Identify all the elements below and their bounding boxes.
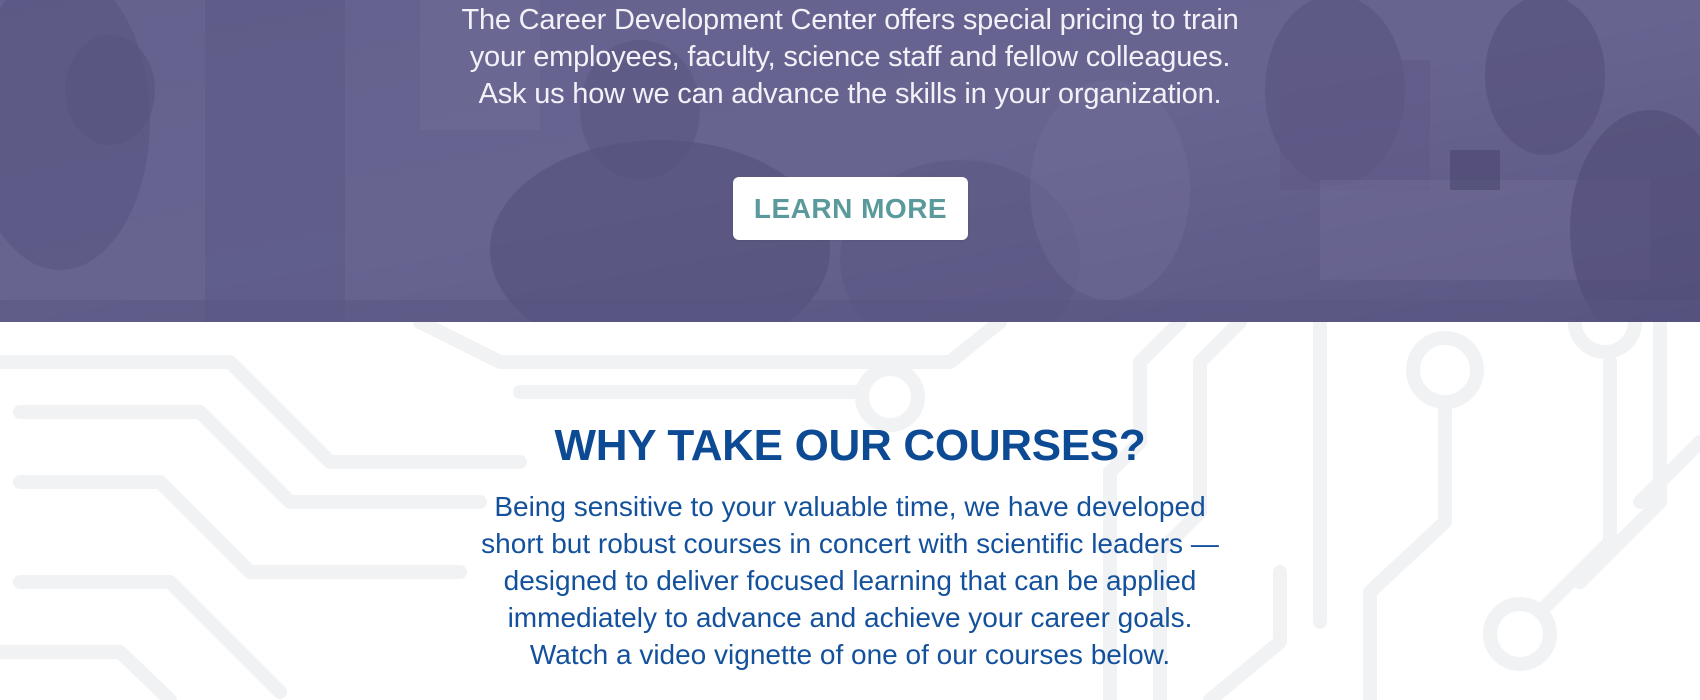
hero-banner: The Career Development Center offers spe… <box>0 0 1700 322</box>
description-line: Being sensitive to your valuable time, w… <box>494 491 1206 522</box>
hero-line: your employees, faculty, science staff a… <box>469 41 1231 73</box>
hero-line: The Career Development Center offers spe… <box>461 4 1239 36</box>
why-courses-section: WHY TAKE OUR COURSES? Being sensitive to… <box>0 322 1700 700</box>
description-line: designed to deliver focused learning tha… <box>503 565 1197 596</box>
section-title: WHY TAKE OUR COURSES? <box>554 421 1146 470</box>
hero-line: Ask us how we can advance the skills in … <box>478 78 1222 110</box>
description-line: immediately to advance and achieve your … <box>507 602 1193 633</box>
description-line: Watch a video vignette of one of our cou… <box>529 639 1171 670</box>
description-line: short but robust courses in concert with… <box>481 528 1219 559</box>
hero-description: The Career Development Center offers spe… <box>0 2 1700 113</box>
learn-more-button[interactable]: LEARN MORE <box>733 177 968 240</box>
section-description: Being sensitive to your valuable time, w… <box>0 488 1700 673</box>
